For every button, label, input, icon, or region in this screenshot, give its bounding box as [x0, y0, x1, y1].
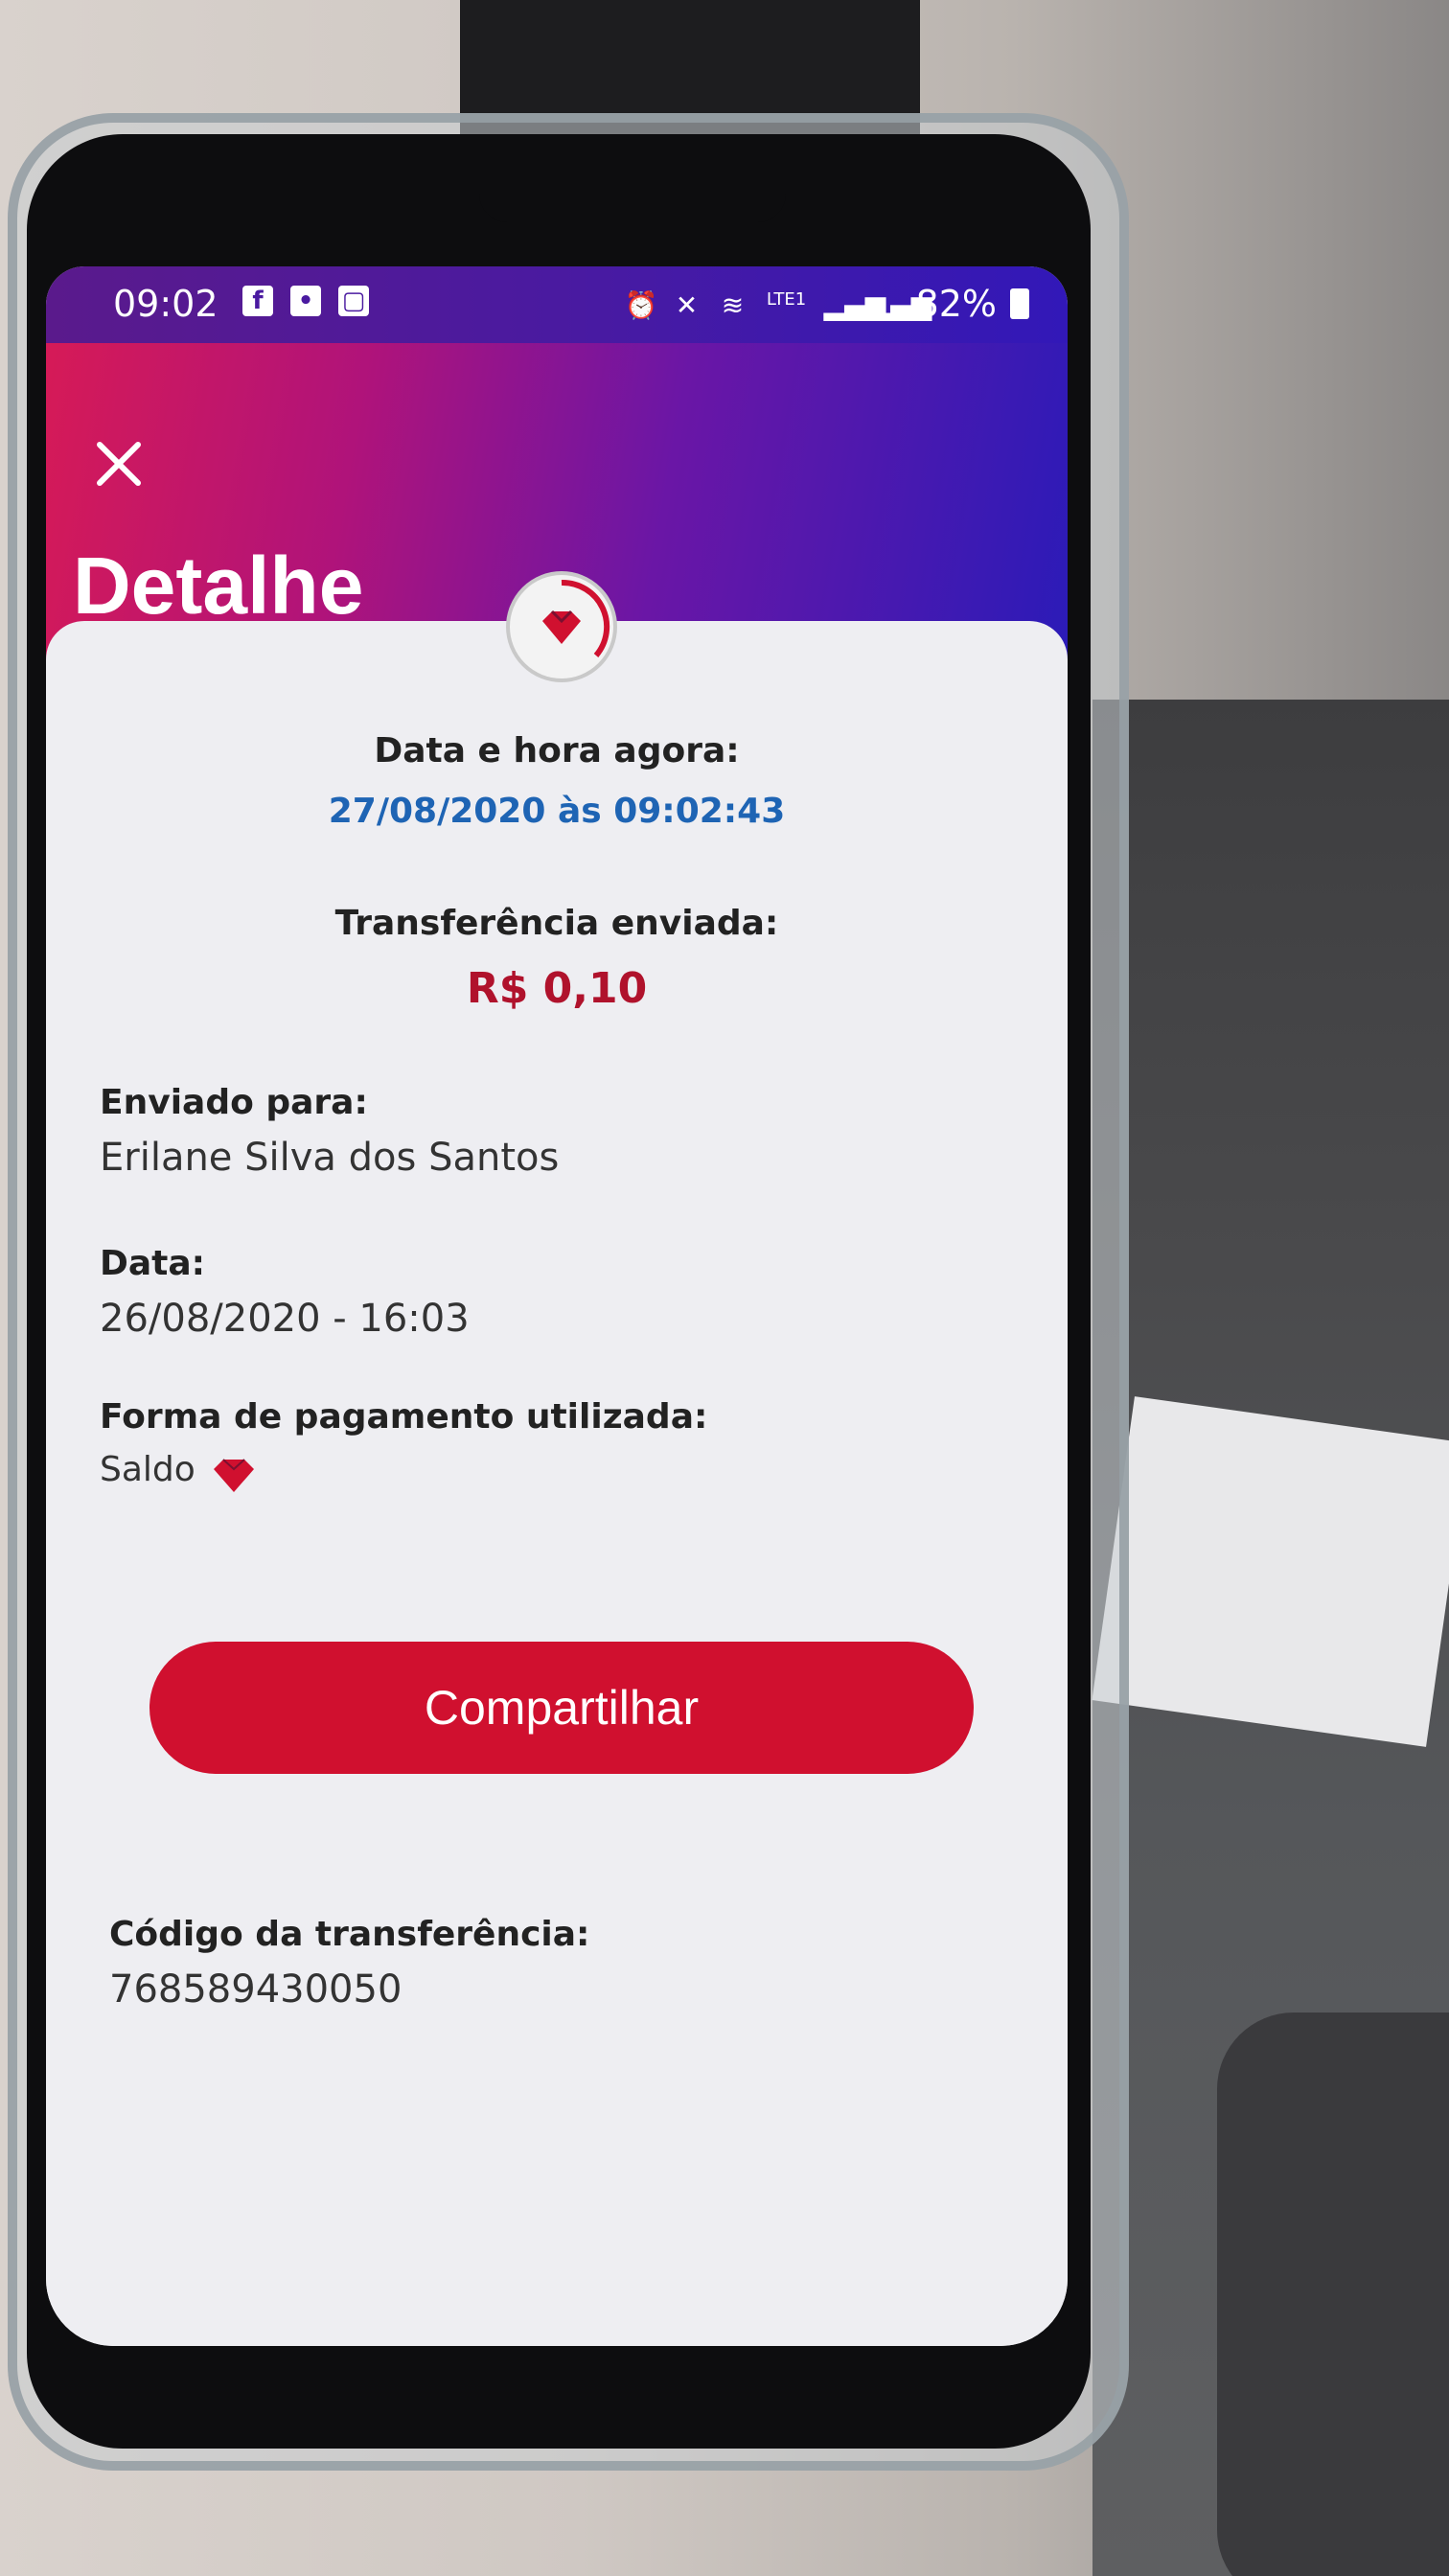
signal-icon: ▂▄▆ [823, 289, 886, 321]
transfer-amount: R$ 0,10 [466, 964, 648, 1013]
payment-row: Saldo [100, 1450, 707, 1496]
notification-icons: f • ▢ [242, 286, 369, 316]
photo-scene: 09:02 f • ▢ ⏰ ✕ ≋ LTE1 ▂▄▆ ▂▄▆ 82% Detal… [0, 0, 1449, 2576]
now-label: Data e hora agora: [374, 731, 740, 770]
phone-screen: 09:02 f • ▢ ⏰ ✕ ≋ LTE1 ▂▄▆ ▂▄▆ 82% Detal… [46, 266, 1068, 2346]
sent-to-value: Erilane Silva dos Santos [100, 1136, 560, 1180]
status-time: 09:02 [113, 283, 218, 325]
payment-section: Forma de pagamento utilizada: Saldo [100, 1397, 707, 1496]
date-label: Data: [100, 1244, 206, 1283]
date-value: 26/08/2020 - 16:03 [100, 1297, 470, 1341]
heart-gem-icon [542, 579, 610, 657]
logo-badge [506, 571, 617, 682]
signal-icon-2: ▂▄▆ [869, 289, 932, 321]
background-device [1217, 2012, 1449, 2576]
transfer-label: Transferência enviada: [334, 904, 779, 943]
status-bar: 09:02 f • ▢ ⏰ ✕ ≋ LTE1 ▂▄▆ ▂▄▆ 82% [46, 266, 1068, 343]
now-section: Data e hora agora: 27/08/2020 às 09:02:4… [46, 731, 1068, 831]
now-value: 27/08/2020 às 09:02:43 [328, 792, 786, 831]
lightbulb-icon: • [290, 286, 321, 316]
facebook-icon: f [242, 286, 273, 316]
mute-icon: ✕ [675, 289, 699, 321]
code-section: Código da transferência: 768589430050 [109, 1915, 589, 2012]
sent-to-label: Enviado para: [100, 1083, 368, 1122]
code-value: 768589430050 [109, 1967, 402, 2012]
code-label: Código da transferência: [109, 1915, 590, 1954]
sent-to-section: Enviado para: Erilane Silva dos Santos [100, 1083, 559, 1180]
payment-label: Forma de pagamento utilizada: [100, 1397, 708, 1437]
system-icons: ⏰ ✕ ≋ LTE1 ▂▄▆ ▂▄▆ 82% [625, 283, 1029, 325]
share-button[interactable]: Compartilhar [150, 1642, 974, 1774]
date-section: Data: 26/08/2020 - 16:03 [100, 1244, 470, 1341]
transfer-section: Transferência enviada: R$ 0,10 [46, 904, 1068, 1013]
background-paper [1092, 1396, 1449, 1747]
close-icon[interactable] [94, 439, 144, 489]
gallery-icon: ▢ [338, 286, 369, 316]
payment-value: Saldo [100, 1450, 196, 1489]
network-type: LTE1 [766, 289, 807, 310]
alarm-icon: ⏰ [624, 289, 658, 321]
battery-icon [1010, 288, 1029, 319]
wifi-icon: ≋ [721, 289, 745, 321]
heart-gem-icon [213, 1458, 254, 1492]
phone-notch [479, 184, 786, 222]
battery-percent: 82% [915, 283, 997, 325]
page-title: Detalhe [73, 540, 364, 631]
